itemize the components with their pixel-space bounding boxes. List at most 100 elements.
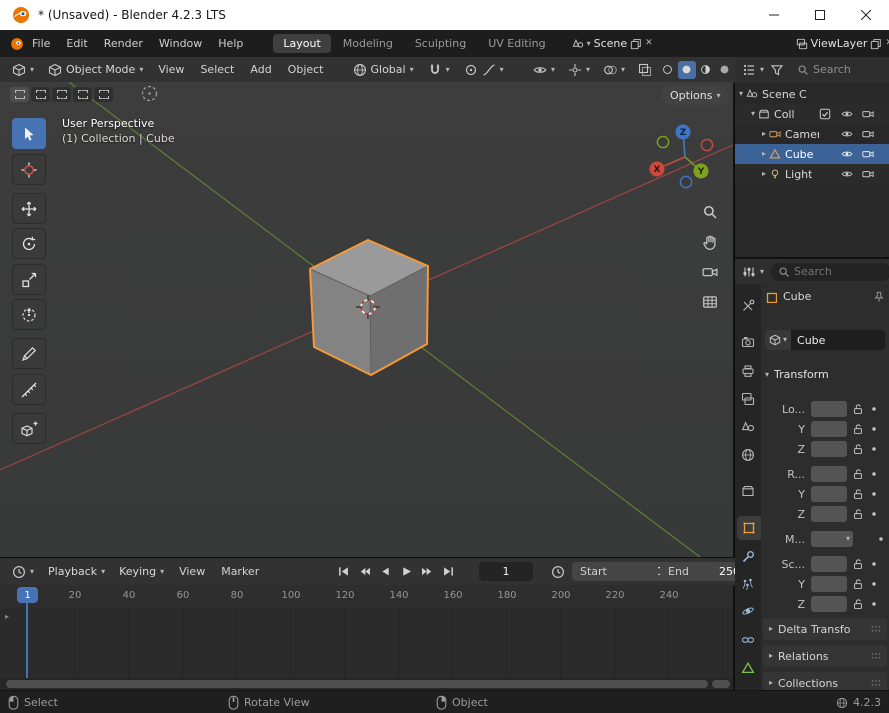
visibility-dropdown[interactable] bbox=[527, 60, 561, 80]
show-gizmo-button[interactable] bbox=[562, 60, 596, 80]
axis-neg-y-ball[interactable] bbox=[656, 135, 670, 149]
animate-icon[interactable] bbox=[868, 468, 880, 480]
tab-layout[interactable]: Layout bbox=[273, 34, 331, 53]
properties-tab-constraints[interactable] bbox=[735, 628, 761, 652]
menu-window[interactable]: Window bbox=[151, 35, 210, 52]
outliner-row-collection[interactable]: Coll bbox=[735, 104, 889, 124]
blender-menu-icon[interactable] bbox=[10, 37, 24, 51]
tool-move[interactable] bbox=[12, 193, 46, 224]
properties-tab-object[interactable] bbox=[737, 516, 761, 540]
tool-transform[interactable] bbox=[12, 299, 46, 330]
location-x-field[interactable] bbox=[811, 401, 847, 417]
disable-in-renders-icon[interactable] bbox=[862, 168, 874, 180]
timeline-scrollbar[interactable] bbox=[0, 678, 733, 690]
menu-help[interactable]: Help bbox=[210, 35, 251, 52]
transform-orientation-dropdown[interactable]: Global bbox=[347, 60, 420, 80]
animate-icon[interactable] bbox=[868, 558, 880, 570]
keying-menu[interactable]: Keying bbox=[113, 562, 170, 581]
properties-tab-modifiers[interactable] bbox=[735, 545, 761, 569]
shading-solid-button[interactable] bbox=[677, 60, 696, 79]
outliner-row-light[interactable]: Light bbox=[735, 164, 889, 184]
select-mode-extend-button[interactable] bbox=[31, 87, 50, 102]
section-relations[interactable]: Relations bbox=[763, 645, 887, 667]
outliner-editor-type-button[interactable] bbox=[739, 60, 767, 80]
tab-uv-editing[interactable]: UV Editing bbox=[478, 34, 555, 53]
tool-add-cube[interactable] bbox=[12, 413, 46, 444]
outliner-row-scene-collection[interactable]: Scene C bbox=[735, 84, 889, 104]
shading-wireframe-button[interactable] bbox=[659, 61, 677, 79]
rotation-z-field[interactable] bbox=[811, 506, 847, 522]
select-mode-new-button[interactable] bbox=[10, 87, 29, 102]
rotation-y-field[interactable] bbox=[811, 486, 847, 502]
tool-annotate[interactable] bbox=[12, 338, 46, 369]
menu-view[interactable]: View bbox=[151, 60, 191, 79]
tool-scale[interactable] bbox=[12, 264, 46, 295]
menu-object[interactable]: Object bbox=[281, 60, 331, 79]
current-frame-field[interactable]: 1 bbox=[479, 562, 533, 581]
remove-viewlayer-icon[interactable] bbox=[885, 39, 889, 48]
animate-icon[interactable] bbox=[868, 598, 880, 610]
disable-in-renders-icon[interactable] bbox=[862, 128, 874, 140]
properties-tab-view-layer[interactable] bbox=[735, 387, 761, 411]
lock-icon[interactable] bbox=[852, 558, 864, 570]
jump-to-start-button[interactable] bbox=[334, 563, 352, 581]
object-name-input[interactable] bbox=[791, 330, 885, 350]
play-reverse-button[interactable] bbox=[376, 563, 394, 581]
select-mode-subtract-button[interactable] bbox=[52, 87, 71, 102]
scrollbar-zoom-handle[interactable] bbox=[712, 680, 730, 688]
properties-tab-particles[interactable] bbox=[735, 572, 761, 596]
timeline-editor-type-button[interactable] bbox=[6, 562, 40, 582]
tool-cursor[interactable] bbox=[12, 154, 46, 185]
hide-in-viewport-icon[interactable] bbox=[841, 108, 853, 120]
select-mode-intersect-button[interactable] bbox=[94, 87, 113, 102]
lock-icon[interactable] bbox=[852, 443, 864, 455]
playback-menu[interactable]: Playback bbox=[42, 562, 111, 581]
channel-expand-icon[interactable] bbox=[5, 613, 9, 621]
tab-sculpting[interactable]: Sculpting bbox=[405, 34, 476, 53]
mode-dropdown[interactable]: Object Mode bbox=[42, 60, 149, 80]
animate-icon[interactable] bbox=[868, 488, 880, 500]
menu-file[interactable]: File bbox=[24, 35, 58, 52]
section-collections[interactable]: Collections bbox=[763, 672, 887, 690]
hide-in-viewport-icon[interactable] bbox=[841, 168, 853, 180]
lock-icon[interactable] bbox=[852, 598, 864, 610]
scale-y-field[interactable] bbox=[811, 576, 847, 592]
new-viewlayer-icon[interactable] bbox=[870, 38, 882, 50]
properties-tab-physics[interactable] bbox=[735, 599, 761, 623]
expand-icon[interactable] bbox=[762, 150, 766, 158]
filter-icon[interactable] bbox=[770, 63, 784, 77]
transform-panel-header[interactable]: Transform bbox=[765, 368, 829, 381]
unlink-scene-icon[interactable] bbox=[645, 39, 653, 48]
timeline-ruler[interactable]: 20 40 60 80 100 120 140 160 180 200 220 … bbox=[0, 585, 733, 608]
scrollbar-thumb[interactable] bbox=[6, 680, 708, 688]
xray-toggle[interactable] bbox=[632, 60, 658, 80]
menu-render[interactable]: Render bbox=[96, 35, 151, 52]
viewlayer-selector[interactable]: ViewLayer bbox=[792, 35, 889, 52]
properties-tab-render[interactable] bbox=[735, 330, 761, 354]
jump-to-end-button[interactable] bbox=[439, 563, 457, 581]
shading-rendered-button[interactable] bbox=[716, 61, 734, 79]
collection-checkbox-icon[interactable] bbox=[819, 108, 831, 120]
outliner-row-camera[interactable]: Camera bbox=[735, 124, 889, 144]
lock-icon[interactable] bbox=[852, 403, 864, 415]
collapse-icon[interactable] bbox=[751, 110, 755, 118]
tool-rotate[interactable] bbox=[12, 228, 46, 259]
snap-toggle[interactable] bbox=[422, 60, 456, 80]
orthographic-toggle-button[interactable] bbox=[700, 292, 720, 312]
properties-tab-tool[interactable] bbox=[735, 294, 761, 318]
lock-icon[interactable] bbox=[852, 468, 864, 480]
minimize-button[interactable] bbox=[751, 0, 797, 30]
show-overlays-button[interactable] bbox=[597, 60, 631, 80]
new-scene-icon[interactable] bbox=[630, 38, 642, 50]
animate-icon[interactable] bbox=[868, 578, 880, 590]
scale-x-field[interactable] bbox=[811, 556, 847, 572]
zoom-button[interactable] bbox=[700, 202, 720, 222]
tool-measure[interactable] bbox=[12, 374, 46, 405]
menu-add[interactable]: Add bbox=[243, 60, 278, 79]
expand-icon[interactable] bbox=[762, 170, 766, 178]
lock-icon[interactable] bbox=[852, 508, 864, 520]
play-button[interactable] bbox=[397, 563, 415, 581]
select-mode-invert-button[interactable] bbox=[73, 87, 92, 102]
menu-edit[interactable]: Edit bbox=[58, 35, 95, 52]
animate-icon[interactable] bbox=[875, 533, 887, 545]
